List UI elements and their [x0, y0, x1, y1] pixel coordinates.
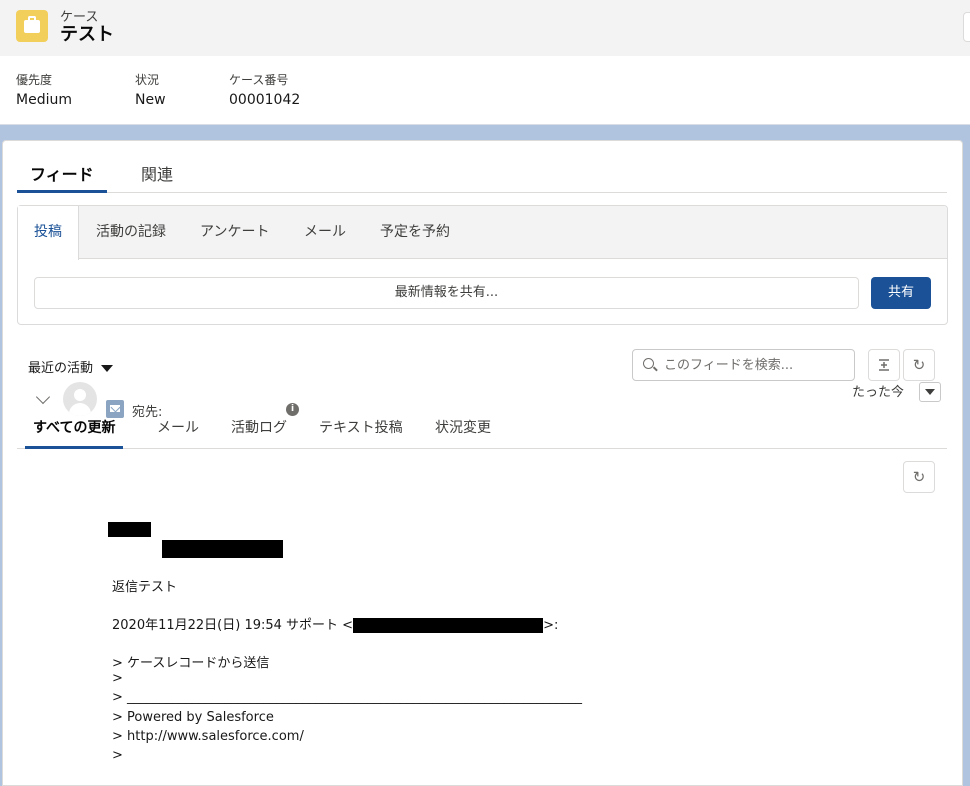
post-menu-button[interactable] — [919, 382, 941, 402]
email-icon — [106, 400, 124, 418]
highlight-priority: 優先度 Medium — [16, 71, 72, 108]
search-icon — [643, 358, 654, 369]
tab-feed[interactable]: フィード — [17, 161, 107, 193]
case-briefcase-icon — [16, 10, 48, 42]
refresh-button[interactable]: ↻ — [903, 349, 935, 381]
publisher: 投稿 活動の記録 アンケート メール 予定を予約 最新情報を共有... 共有 — [17, 205, 948, 325]
tab-all-updates[interactable]: すべての更新 — [25, 417, 124, 449]
tab-status-changes[interactable]: 状況変更 — [435, 417, 491, 449]
redacted-recipient — [162, 540, 283, 558]
email-body-line: 2020年11月22日(日) 19:54 サポート < >: — [112, 614, 558, 633]
collapse-icon — [879, 359, 889, 371]
sort-label: 最近の活動 — [28, 361, 94, 376]
redacted-author-name — [108, 522, 151, 537]
post-timestamp[interactable]: たった今 — [852, 381, 904, 400]
sort-dropdown[interactable]: 最近の活動 — [28, 357, 114, 376]
email-body-line: 返信テスト — [112, 580, 178, 595]
highlight-case-number: ケース番号 00001042 — [229, 71, 300, 108]
email-header-suffix: >: — [543, 618, 559, 633]
avatar[interactable] — [63, 382, 97, 416]
info-icon[interactable]: i — [286, 403, 299, 416]
email-body-line: > ケースレコードから送信 — [112, 656, 270, 671]
tab-email[interactable]: メール — [157, 417, 199, 449]
publisher-tab-schedule[interactable]: 予定を予約 — [380, 206, 450, 259]
feed-search-input[interactable] — [664, 354, 849, 376]
to-label: 宛先: — [132, 405, 163, 420]
publisher-tab-email[interactable]: メール — [304, 206, 346, 259]
email-header-prefix: 2020年11月22日(日) 19:54 サポート < — [112, 618, 354, 633]
record-header-top: ケース テスト — [0, 0, 970, 56]
highlight-label: ケース番号 — [229, 73, 289, 87]
publisher-tab-survey[interactable]: アンケート — [200, 206, 269, 259]
tab-activity-log[interactable]: 活動ログ — [231, 417, 287, 449]
highlight-value: Medium — [16, 92, 72, 108]
publisher-tab-post[interactable]: 投稿 — [18, 206, 79, 260]
highlight-status: 状況 New — [135, 71, 166, 108]
highlight-label: 優先度 — [16, 73, 53, 87]
highlight-label: 状況 — [135, 73, 160, 87]
email-body-line: > ______________________________________… — [112, 690, 583, 705]
share-update-input[interactable]: 最新情報を共有... — [34, 277, 859, 309]
tab-related[interactable]: 関連 — [141, 161, 173, 193]
caret-down-icon — [101, 365, 114, 372]
feed-refresh-button[interactable]: ↻ — [903, 461, 935, 493]
email-body-line: > — [112, 671, 123, 686]
redacted-email-address — [353, 618, 544, 633]
main-tabs: フィード 関連 — [17, 155, 947, 193]
refresh-icon: ↻ — [912, 356, 926, 374]
publisher-tabs: 投稿 活動の記録 アンケート メール 予定を予約 — [18, 206, 947, 260]
collapse-all-button[interactable] — [868, 349, 900, 381]
highlight-value: New — [135, 92, 166, 108]
tab-text-posts[interactable]: テキスト投稿 — [319, 417, 403, 449]
record-title: テスト — [60, 24, 114, 45]
highlight-value: 00001042 — [229, 92, 301, 108]
email-body-line: > http://www.salesforce.com/ — [112, 729, 304, 744]
record-header: ケース テスト 優先度 Medium 状況 New ケース番号 00001042 — [0, 0, 970, 125]
share-button[interactable]: 共有 — [871, 277, 931, 309]
header-action-button[interactable] — [963, 12, 970, 42]
email-body-line: > Powered by Salesforce — [112, 710, 274, 725]
feed-search[interactable] — [632, 349, 855, 381]
refresh-icon: ↻ — [912, 468, 926, 486]
email-body-line: > — [112, 748, 123, 763]
publisher-tab-log-activity[interactable]: 活動の記録 — [96, 206, 166, 259]
